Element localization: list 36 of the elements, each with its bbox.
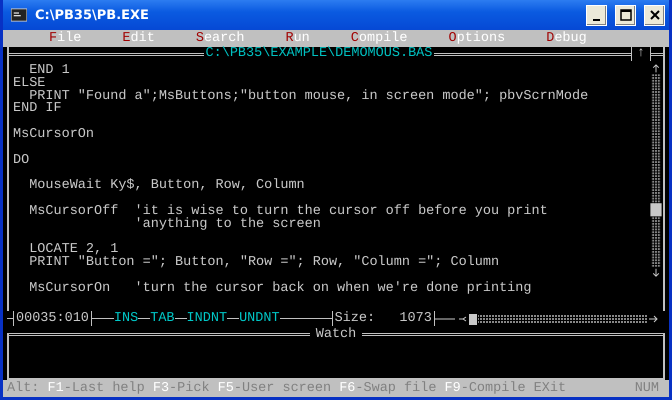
code-line: END 1 bbox=[29, 65, 71, 78]
code-line: MsCursorOn bbox=[13, 126, 96, 142]
code-line: PRINT "Button ="; Button, "Row ="; Row, "Column ="; Column bbox=[28, 256, 500, 270]
watch-panel-title: Watch bbox=[314, 326, 358, 342]
console-icon bbox=[11, 8, 27, 22]
maximize-icon bbox=[620, 9, 632, 21]
editor-mode-label: INS bbox=[114, 311, 138, 326]
menu-item[interactable]: Edit bbox=[122, 30, 155, 47]
zoom-button[interactable]: ↑ bbox=[630, 47, 652, 61]
maximize-button[interactable] bbox=[615, 4, 636, 26]
file-name-title: C:\PB35\EXAMPLE\DEMOMOUS.BAS bbox=[204, 47, 434, 61]
menu-item[interactable]: Compile bbox=[350, 30, 408, 47]
editor-mode-label: INDNT bbox=[186, 311, 228, 326]
file-size: Size: 1073 bbox=[332, 311, 435, 326]
cursor-position: 00035:010 bbox=[13, 311, 92, 326]
code-line: ELSE bbox=[13, 78, 46, 91]
code-line: 'anything to the screen bbox=[134, 218, 322, 232]
close-button[interactable] bbox=[644, 4, 665, 26]
code-line: MsCursorOn 'turn the cursor back on when we're done printing bbox=[28, 280, 532, 296]
help-prefix: Alt: bbox=[7, 380, 40, 397]
code-line: END IF bbox=[13, 103, 63, 116]
window-title: C:\PB35\PB.EXE bbox=[35, 8, 150, 22]
minimize-icon bbox=[593, 19, 600, 21]
num-lock-indicator: NUM bbox=[634, 380, 659, 397]
menu-item[interactable]: File bbox=[49, 30, 82, 47]
menu-item[interactable]: Options bbox=[448, 30, 506, 47]
menu-item[interactable]: Run bbox=[285, 30, 310, 47]
code-line: PRINT "Found a";MsButtons;"button mouse, in screen mode"; pbvScrnMode bbox=[29, 90, 590, 104]
editor-mode-label: TAB bbox=[150, 311, 175, 326]
editor-mode-label: UNDNT bbox=[239, 311, 280, 326]
minimize-button[interactable] bbox=[586, 4, 607, 26]
code-line: MouseWait Ky$, Button, Row, Column bbox=[28, 177, 306, 193]
menu-item[interactable]: Debug bbox=[546, 30, 587, 47]
menu-item[interactable]: Search bbox=[196, 30, 244, 47]
close-icon bbox=[648, 9, 660, 21]
code-line: DO bbox=[13, 152, 30, 168]
